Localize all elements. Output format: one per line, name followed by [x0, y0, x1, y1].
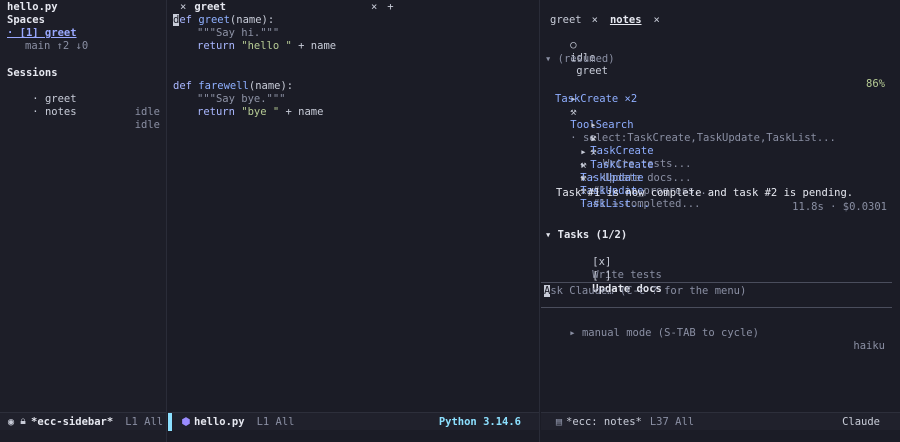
code-rest: (name):: [229, 14, 275, 26]
sidebar-tabbar: hello.py: [0, 0, 166, 13]
code-fn: farewell: [198, 80, 249, 92]
expand-arrow-icon: ▸: [580, 172, 587, 184]
task-item-pending[interactable]: [ ] Update docs: [567, 257, 662, 295]
emacs-icon: ◉: [7, 415, 15, 428]
sidebar-pane: hello.py Spaces · [1] greet main ↑2 ↓0 S…: [0, 0, 167, 442]
code-rest: + name: [291, 40, 337, 52]
code-line: def farewell(name):: [173, 80, 293, 93]
model-name[interactable]: haiku: [853, 340, 885, 353]
code-kw: def: [173, 80, 192, 92]
code-str: "hello ": [241, 40, 292, 52]
resumed-toggle[interactable]: ▾ (resumed): [545, 53, 615, 66]
tool-name: TaskUpdate: [580, 172, 644, 184]
assistant-message: Task #1 is now complete and task #2 is p…: [556, 187, 854, 199]
text-cursor: d: [173, 14, 180, 26]
code-line: return "bye " + name: [197, 106, 323, 119]
session-name: · notes: [32, 106, 77, 118]
mode-hint-line: ▸ manual mode (S-TAB to cycle) haiku: [544, 314, 885, 352]
context-percent: 86%: [866, 78, 885, 90]
chat-input[interactable]: Ask Claude… (C-c ? for the menu): [544, 285, 746, 298]
task-create-entry[interactable]: ▸ ⚒ TaskCreate · Write tests...: [565, 106, 691, 170]
major-mode-python[interactable]: Python 3.14.6: [439, 416, 521, 428]
task-list-entry[interactable]: ▸ ⚒ TaskList...: [555, 159, 650, 210]
session-item-greet[interactable]: · greet idle: [7, 80, 160, 118]
editor-position: L1 All: [256, 415, 295, 428]
idle-circle-icon: ○: [570, 39, 577, 51]
chat-tab-greet[interactable]: greet: [550, 14, 582, 26]
code-str: "bye ": [241, 106, 280, 118]
close-tab-icon[interactable]: ×: [654, 14, 660, 26]
status-session: greet: [576, 65, 608, 77]
task-checkbox[interactable]: [ ]: [592, 270, 611, 282]
sidebar-buffer-name: *ecc-sidebar*: [31, 415, 114, 428]
code-line: """Say hi.""": [197, 27, 280, 39]
space-item-greet[interactable]: · [1] greet: [7, 27, 77, 40]
document-icon: ▤: [555, 415, 563, 428]
sidebar-position: L1 All: [125, 415, 164, 428]
space-branch-info: main ↑2 ↓0: [25, 40, 89, 52]
active-window-indicator: [168, 412, 172, 431]
permission-mode-hint[interactable]: ▸ manual mode (S-TAB to cycle): [569, 327, 759, 339]
editor-tab-greet[interactable]: greet: [194, 1, 226, 13]
code-rest: (name):: [248, 80, 294, 92]
task-update-entry[interactable]: ▸ ⚒ TaskUpdate · #1 → completed...: [555, 146, 700, 210]
task-item-done[interactable]: [x] Write tests: [567, 243, 662, 281]
chat-status-line: ○ idle greet 86%: [545, 26, 885, 90]
spaces-heading: Spaces: [7, 14, 45, 26]
lock-icon: 🔒︎: [20, 415, 26, 427]
code-rest: + name: [279, 106, 324, 118]
task-update-entry[interactable]: ▸ ⚒ TaskUpdate · #1 → in_progress...: [555, 133, 713, 197]
sessions-heading: Sessions: [7, 67, 58, 79]
code-line: """Say bye.""": [197, 93, 286, 105]
session-item-notes[interactable]: · notes idle: [7, 93, 160, 131]
code-line: return "hello " + name: [197, 40, 336, 53]
input-bottom-divider: [541, 307, 892, 308]
add-tab-icon[interactable]: +: [387, 1, 393, 13]
chat-buffer-name: *ecc: notes*: [566, 415, 642, 428]
tool-search-entry[interactable]: ▸ ⚒ ToolSearch · select:TaskCreate,TaskU…: [545, 80, 836, 144]
editor-modeline: ⬢ hello.py L1 All Python 3.14.6: [168, 412, 539, 431]
input-top-divider: [541, 282, 892, 283]
chat-input-placeholder: sk Claude… (C-c ? for the menu): [550, 285, 747, 297]
tasks-heading[interactable]: ▾ Tasks (1/2): [545, 229, 627, 242]
session-status: idle: [134, 106, 160, 118]
close-tab-icon[interactable]: ×: [592, 14, 598, 26]
response-meta: 11.8s · $0.0301: [792, 201, 887, 213]
code-kw: return: [197, 40, 235, 52]
sidebar-modeline: ◉ 🔒︎ *ecc-sidebar* L1 All: [0, 412, 166, 430]
chat-tab-notes[interactable]: notes: [610, 14, 642, 26]
task-create-entry[interactable]: ▸ ⚒ TaskCreate · Update docs...: [565, 120, 691, 184]
chat-position: L37 All: [649, 415, 695, 428]
code-kw: return: [197, 106, 235, 118]
backend-name: Claude: [842, 415, 880, 428]
session-status: idle: [134, 119, 160, 131]
close-tab-icon[interactable]: ×: [371, 1, 377, 13]
editor-tabbar: × greet × +: [168, 0, 539, 13]
editor-buffer-name: hello.py: [194, 415, 245, 428]
code-line: def greet(name):: [173, 14, 275, 26]
editor-pane: × greet × + def greet(name): """Say hi."…: [168, 0, 540, 442]
task-create-group[interactable]: TaskCreate ×2: [555, 93, 637, 106]
code-fn: greet: [198, 14, 230, 26]
chat-modeline: ▤ *ecc: notes* L37 All Claude: [541, 412, 900, 430]
chat-pane: greet × notes × ○ idle greet 86% ▾ (resu…: [541, 0, 900, 442]
python-file-icon: ⬢: [181, 415, 191, 428]
close-tab-icon[interactable]: ×: [180, 1, 186, 13]
chat-tabbar: greet × notes ×: [541, 13, 900, 26]
sidebar-tab-title[interactable]: hello.py: [0, 1, 58, 13]
